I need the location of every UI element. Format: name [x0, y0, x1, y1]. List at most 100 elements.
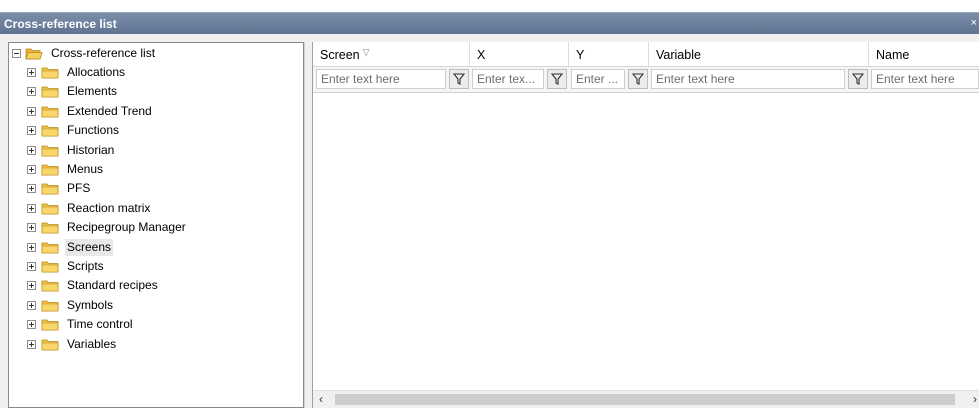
filter-input-x[interactable]: Enter tex...: [472, 69, 544, 89]
tree-item-label: Allocations: [67, 65, 126, 79]
folder-icon: [41, 319, 59, 331]
filter-cell-screen: Enter text here: [316, 69, 469, 89]
folder-icon: [41, 242, 59, 253]
horizontal-scrollbar[interactable]: ‹ ›: [313, 390, 979, 408]
tree-item-label: Screens: [65, 238, 114, 256]
filter-cell-name: Enter text here: [871, 69, 979, 89]
tree-item-scripts[interactable]: Scripts: [9, 258, 299, 277]
tree-root-label: Cross-reference list: [51, 46, 156, 60]
filter-funnel-icon: [631, 73, 645, 85]
cross-reference-tree[interactable]: Cross-reference list Allocations Elements…: [8, 42, 304, 408]
column-label: X: [477, 48, 486, 62]
filter-row: Enter text here Enter tex... Enter ... E…: [313, 67, 979, 93]
column-header-name[interactable]: Name: [869, 42, 979, 66]
column-label: Screen: [320, 48, 360, 62]
expand-icon[interactable]: [27, 223, 36, 233]
tree-item-historian[interactable]: Historian: [9, 142, 299, 161]
tree-item-recipegroup-manager[interactable]: Recipegroup Manager: [9, 219, 299, 238]
folder-icon: [41, 280, 59, 292]
expand-icon[interactable]: [27, 68, 36, 77]
folder-icon: [41, 203, 59, 215]
cross-reference-grid: Screen ▽ X Y Variable Name Enter text her…: [312, 42, 979, 408]
tree-item-reaction-matrix[interactable]: Reaction matrix: [9, 200, 299, 219]
expand-icon[interactable]: [27, 320, 36, 330]
column-header-y[interactable]: Y: [569, 42, 649, 66]
tree-item-label: Functions: [67, 123, 120, 138]
filter-button-x[interactable]: [547, 69, 567, 89]
filter-cell-variable: Enter text here: [651, 69, 868, 89]
window-titlebar: Cross-reference list ×: [0, 12, 979, 34]
expand-icon[interactable]: [27, 165, 36, 174]
filter-input-variable[interactable]: Enter text here: [651, 69, 845, 89]
filter-cell-y: Enter ...: [571, 69, 648, 89]
tree-item-menus[interactable]: Menus: [9, 161, 299, 180]
tree-item-time-control[interactable]: Time control: [9, 316, 299, 335]
column-header-screen[interactable]: Screen ▽: [313, 42, 470, 66]
tree-item-allocations[interactable]: Allocations: [9, 64, 299, 83]
tree-item-label: Scripts: [67, 259, 104, 273]
tree-item-label: Variables: [67, 336, 117, 351]
tree-item-symbols[interactable]: Symbols: [9, 297, 299, 316]
tree-item-standard-recipes[interactable]: Standard recipes: [9, 277, 299, 296]
tree-item-variables[interactable]: Variables: [9, 336, 299, 355]
window-title: Cross-reference list: [4, 17, 117, 31]
close-icon[interactable]: ×: [971, 17, 977, 29]
expand-icon[interactable]: [27, 242, 36, 252]
tree-item-label: Time control: [67, 317, 133, 332]
column-label: Y: [576, 48, 585, 62]
filter-button-y[interactable]: [628, 69, 648, 89]
tree-item-label: Menus: [67, 162, 104, 176]
folder-icon: [41, 183, 59, 195]
sort-descending-icon[interactable]: ▽: [363, 47, 370, 57]
expand-icon[interactable]: [27, 126, 36, 136]
expand-icon[interactable]: [27, 281, 36, 291]
tree-item-label: Symbols: [67, 297, 114, 312]
folder-icon: [41, 86, 59, 98]
expand-icon[interactable]: [27, 339, 36, 349]
scroll-left-icon[interactable]: ‹: [319, 392, 323, 406]
folder-icon: [41, 145, 59, 156]
column-header-x[interactable]: X: [470, 42, 569, 66]
folder-icon: [41, 164, 59, 176]
filter-funnel-icon: [851, 73, 865, 85]
filter-cell-x: Enter tex...: [472, 69, 568, 89]
collapse-icon[interactable]: [12, 49, 21, 58]
folder-icon: [41, 67, 59, 79]
filter-input-screen[interactable]: Enter text here: [316, 69, 446, 89]
folder-icon: [41, 261, 59, 273]
folder-icon: [41, 300, 59, 312]
tree-item-label: Standard recipes: [67, 278, 158, 293]
expand-icon[interactable]: [27, 145, 36, 155]
scroll-right-icon[interactable]: ›: [973, 392, 977, 406]
tree-root[interactable]: Cross-reference list: [9, 45, 299, 64]
column-label: Name: [876, 48, 910, 62]
folder-icon: [41, 222, 59, 234]
column-label: Variable: [656, 48, 701, 62]
tree-item-label: Extended Trend: [67, 103, 152, 118]
filter-input-y[interactable]: Enter ...: [571, 69, 625, 89]
tree-item-label: Historian: [67, 142, 115, 157]
tree-item-elements[interactable]: Elements: [9, 83, 299, 102]
filter-input-name[interactable]: Enter text here: [871, 69, 979, 89]
scrollbar-thumb[interactable]: [335, 394, 955, 405]
expand-icon[interactable]: [27, 262, 36, 271]
tree-item-label: Recipegroup Manager: [67, 220, 186, 235]
tree-item-functions[interactable]: Functions: [9, 122, 299, 141]
filter-funnel-icon: [452, 73, 466, 85]
tree-item-label: Elements: [67, 84, 118, 99]
tree-item-screens[interactable]: Screens: [9, 238, 299, 258]
column-header-variable[interactable]: Variable: [649, 42, 869, 66]
folder-icon: [41, 106, 59, 118]
expand-icon[interactable]: [27, 203, 36, 213]
grid-header: Screen ▽ X Y Variable Name: [313, 42, 979, 67]
expand-icon[interactable]: [27, 184, 36, 194]
tree-item-extended-trend[interactable]: Extended Trend: [9, 103, 299, 122]
tree-item-pfs[interactable]: PFS: [9, 180, 299, 199]
expand-icon[interactable]: [27, 87, 36, 97]
expand-icon[interactable]: [27, 106, 36, 116]
expand-icon[interactable]: [27, 300, 36, 310]
filter-button-screen[interactable]: [449, 69, 469, 89]
filter-button-variable[interactable]: [848, 69, 868, 89]
tree-item-label: Reaction matrix: [67, 200, 151, 215]
folder-open-icon: [25, 48, 43, 60]
